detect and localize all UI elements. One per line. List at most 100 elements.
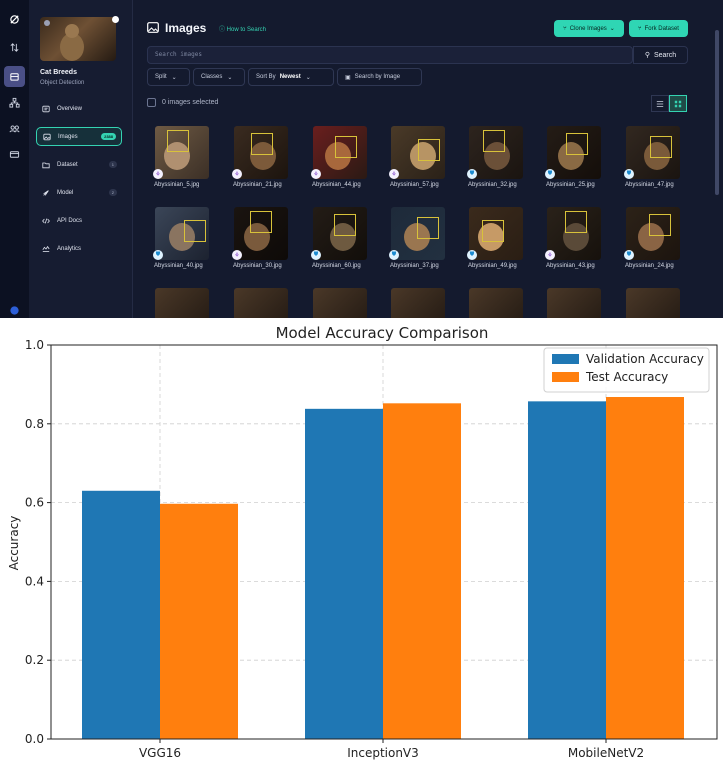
image-thumbnail[interactable]	[547, 126, 601, 179]
bounding-box	[184, 220, 206, 242]
project-thumbnail[interactable]	[40, 17, 116, 61]
image-thumbnail[interactable]	[313, 207, 367, 260]
classes-filter-label: Classes	[201, 74, 223, 80]
image-thumbnail[interactable]	[391, 126, 445, 179]
fork-icon: ⑂	[638, 25, 642, 32]
nav-images-label: Images	[58, 133, 78, 140]
project-type: Object Detection	[40, 80, 85, 86]
images-panel: Images ⓘ How to Search ⑂ Clone Images ⌄ ⑂ F…	[133, 0, 723, 318]
classes-filter[interactable]: Classes ⌄	[193, 68, 245, 86]
sort-by-label: Sort By	[256, 74, 276, 80]
select-all-checkbox[interactable]	[147, 98, 156, 107]
image-thumbnail[interactable]	[469, 288, 523, 318]
bounding-box	[482, 220, 504, 242]
y-tick-label: 0.0	[25, 732, 44, 746]
bounding-box	[335, 136, 357, 158]
bar-validation-accuracy-vgg16	[82, 490, 160, 739]
list-icon	[656, 100, 664, 107]
image-thumbnail[interactable]	[313, 288, 367, 318]
legend-label: Validation Accuracy	[586, 352, 704, 366]
y-axis-label: Accuracy	[7, 516, 21, 571]
bounding-box	[649, 214, 671, 236]
bounding-box	[566, 133, 588, 155]
nav-overview[interactable]: Overview	[36, 99, 122, 118]
nav-analytics[interactable]: Analytics	[36, 239, 122, 258]
image-thumbnail[interactable]	[626, 126, 680, 179]
page-title: Images	[165, 21, 207, 35]
how-to-search-link[interactable]: ⓘ How to Search	[219, 24, 266, 33]
nav-dataset[interactable]: Dataset 1	[36, 155, 122, 174]
nav-api-docs[interactable]: API Docs	[36, 211, 122, 230]
search-button[interactable]: ⚲ Search	[633, 46, 688, 64]
search-by-image-label: Search by Image	[354, 74, 401, 80]
billing-icon[interactable]	[4, 144, 25, 165]
search-button-label: Search	[653, 51, 677, 59]
image-thumbnail[interactable]	[547, 288, 601, 318]
legend-swatch	[552, 354, 579, 364]
scrollbar[interactable]	[715, 30, 719, 195]
search-input[interactable]: Search images	[147, 46, 633, 64]
project-name: Cat Breeds	[40, 69, 77, 76]
image-thumbnail[interactable]	[234, 207, 288, 260]
bar-test-accuracy-mobilenetv2	[606, 397, 684, 739]
projects-icon[interactable]	[4, 66, 25, 87]
x-tick-label: MobileNetV2	[568, 746, 644, 760]
y-tick-label: 0.2	[25, 653, 44, 667]
sort-by-select[interactable]: Sort By Newest ⌄	[248, 68, 334, 86]
logo-icon[interactable]	[4, 9, 25, 30]
image-filename: Abyssinian_57.jpg	[390, 182, 439, 188]
grid-view-button[interactable]	[669, 95, 687, 112]
dataset-count-badge: 1	[108, 161, 117, 168]
image-thumbnail[interactable]	[469, 207, 523, 260]
status-dot-icon	[112, 16, 119, 23]
hierarchy-icon[interactable]	[4, 92, 25, 113]
shield-icon: ⛊	[624, 250, 634, 260]
image-search-icon: ▣	[345, 74, 351, 81]
image-thumbnail[interactable]	[234, 288, 288, 318]
selected-count: 0 images selected	[162, 99, 219, 106]
image-thumbnail[interactable]	[155, 288, 209, 318]
fork-dataset-button[interactable]: ⑂ Fork Dataset	[629, 20, 688, 37]
split-filter[interactable]: Split ⌄	[147, 68, 190, 86]
image-thumbnail[interactable]	[391, 288, 445, 318]
search-by-image-button[interactable]: ▣ Search by Image	[337, 68, 422, 86]
chevron-down-icon: ⌄	[305, 74, 311, 81]
chevron-down-icon: ⌄	[609, 26, 615, 32]
image-thumbnail[interactable]	[155, 126, 209, 179]
chart-svg: Model Accuracy Comparison Accuracy 0.0 0.…	[7, 324, 718, 760]
image-thumbnail[interactable]	[155, 207, 209, 260]
how-to-search-label: How to Search	[226, 27, 267, 33]
search-icon: ⚲	[644, 52, 650, 59]
image-thumbnail[interactable]	[313, 126, 367, 179]
fork-dataset-label: Fork Dataset	[644, 25, 679, 32]
project-sidebar: Cat Breeds Object Detection Overview Ima…	[29, 0, 133, 318]
nav-images[interactable]: Images 2388	[36, 127, 122, 146]
image-filename: Abyssinian_32.jpg	[468, 182, 517, 188]
nav-overview-label: Overview	[57, 105, 83, 112]
shield-icon: ⛊	[624, 169, 634, 179]
images-count-badge: 2388	[101, 133, 116, 140]
nav-model[interactable]: Model 2	[36, 183, 122, 202]
bar-test-accuracy-inceptionv3	[383, 403, 461, 739]
chevron-down-icon: ⌄	[227, 74, 233, 81]
annotation-icon: ⚘	[311, 169, 321, 179]
image-thumbnail[interactable]	[469, 126, 523, 179]
swap-icon[interactable]	[4, 37, 25, 58]
image-thumbnail[interactable]	[626, 207, 680, 260]
image-filename: Abyssinian_47.jpg	[625, 182, 674, 188]
x-tick-label: InceptionV3	[347, 746, 419, 760]
list-view-button[interactable]	[651, 95, 669, 112]
y-tick-label: 0.8	[25, 417, 44, 431]
image-thumbnail[interactable]	[547, 207, 601, 260]
chart-title: Model Accuracy Comparison	[276, 324, 489, 342]
model-count-badge: 2	[108, 189, 117, 196]
image-filename: Abyssinian_25.jpg	[546, 182, 595, 188]
rocket-icon	[43, 189, 49, 196]
image-thumbnail[interactable]	[234, 126, 288, 179]
image-thumbnail[interactable]	[391, 207, 445, 260]
image-thumbnail[interactable]	[626, 288, 680, 318]
user-icon[interactable]	[4, 300, 25, 318]
grid-icon	[674, 100, 682, 107]
group-icon[interactable]	[4, 118, 25, 139]
clone-images-button[interactable]: ⑂ Clone Images ⌄	[554, 20, 624, 37]
